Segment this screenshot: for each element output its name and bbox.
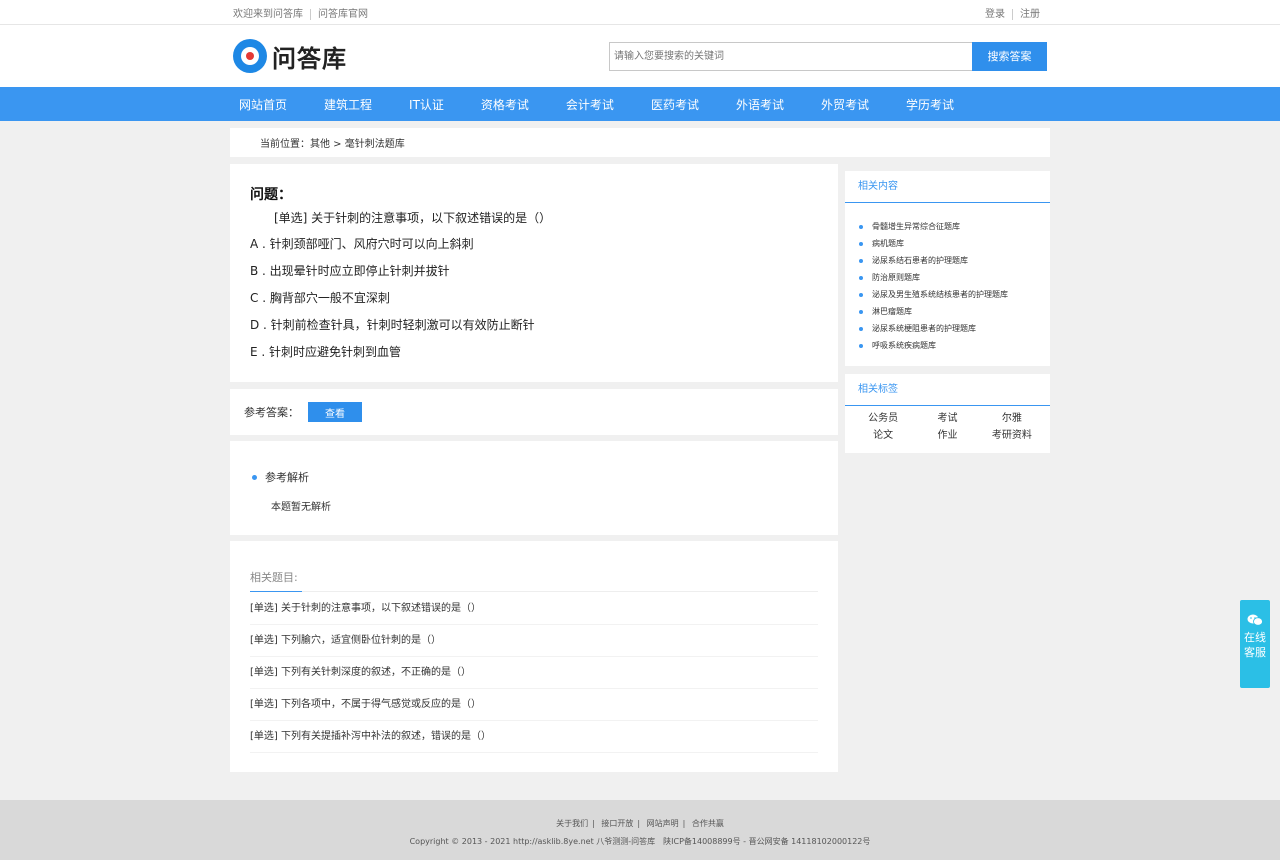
related-content-label: 病机题库 xyxy=(872,239,904,248)
tag-item[interactable]: 尔雅 xyxy=(980,410,1044,427)
search-input[interactable] xyxy=(609,41,972,71)
related-content-item[interactable]: 泌尿系结石患者的护理题库 xyxy=(859,252,1038,269)
official-link[interactable]: 问答库官网 xyxy=(311,9,375,20)
related-content-item[interactable]: 病机题库 xyxy=(859,235,1038,252)
nav-item-education[interactable]: 学历考试 xyxy=(900,96,954,113)
view-answer-button[interactable]: 查看 xyxy=(308,402,362,422)
nav-item-qualification[interactable]: 资格考试 xyxy=(475,96,529,113)
bullet-icon xyxy=(859,309,863,314)
related-question-item[interactable]: [单选] 关于针刺的注意事项，以下叙述错误的是（） xyxy=(250,593,818,625)
logo-text: 问答库 xyxy=(272,44,347,73)
bullet-icon xyxy=(859,292,863,297)
related-content-item[interactable]: 泌尿系统梗阻患者的护理题库 xyxy=(859,320,1038,337)
header: 问答库 搜索答案 xyxy=(0,25,1280,87)
related-content-label: 呼吸系统疾病题库 xyxy=(872,341,936,350)
tag-item[interactable]: 考试 xyxy=(915,410,979,427)
option-c: C . 胸背部穴一般不宜深刺 xyxy=(250,291,390,305)
related-question-item[interactable]: [单选] 下列腧穴，适宜侧卧位针刺的是（） xyxy=(250,625,818,657)
related-content-label: 骨髓增生异常综合征题库 xyxy=(872,222,960,231)
footer-link-api[interactable]: 接口开放 xyxy=(597,819,637,828)
related-content-item[interactable]: 泌尿及男生殖系统结核患者的护理题库 xyxy=(859,286,1038,303)
bullet-icon xyxy=(859,343,863,348)
footer-copyright: Copyright © 2013 - 2021 http://asklib.8y… xyxy=(409,837,871,846)
question-stem: [单选] 关于针刺的注意事项，以下叙述错误的是（） xyxy=(274,211,552,225)
option-b: B . 出现晕针时应立即停止针刺并拔针 xyxy=(250,264,450,278)
main-nav: 网站首页 建筑工程 IT认证 资格考试 会计考试 医药考试 外语考试 外贸考试 … xyxy=(0,87,1280,121)
nav-item-medicine[interactable]: 医药考试 xyxy=(645,96,699,113)
search-button[interactable]: 搜索答案 xyxy=(972,41,1047,71)
register-link[interactable]: 注册 xyxy=(1013,9,1047,20)
related-content-label: 泌尿及男生殖系统结核患者的护理题库 xyxy=(872,290,1008,299)
analysis-body: 本题暂无解析 xyxy=(271,502,331,513)
footer-link-about[interactable]: 关于我们 xyxy=(552,819,592,828)
tag-item[interactable]: 考研资料 xyxy=(980,427,1044,444)
nav-item-language[interactable]: 外语考试 xyxy=(730,96,784,113)
question-title: 问题： xyxy=(250,187,292,203)
search-bar: 搜索答案 xyxy=(609,41,1047,71)
bullet-icon xyxy=(859,224,863,229)
footer-link-statement[interactable]: 网站声明 xyxy=(643,819,683,828)
service-label-line2: 客服 xyxy=(1244,646,1266,659)
analysis-heading-text: 参考解析 xyxy=(265,471,309,484)
nav-item-accounting[interactable]: 会计考试 xyxy=(560,96,614,113)
service-label-line1: 在线 xyxy=(1244,631,1266,644)
answer-panel: 参考答案： 查看 xyxy=(230,389,838,435)
option-a: A . 针刺颈部哑门、风府穴时可以向上斜刺 xyxy=(250,237,474,251)
related-content-label: 泌尿系结石患者的护理题库 xyxy=(872,256,968,265)
answer-label: 参考答案： xyxy=(244,406,299,419)
login-link[interactable]: 登录 xyxy=(985,9,1012,20)
tag-item[interactable]: 论文 xyxy=(851,427,915,444)
nav-item-it-cert[interactable]: IT认证 xyxy=(403,96,444,113)
analysis-panel: 参考解析 本题暂无解析 xyxy=(230,441,838,535)
nav-item-trade[interactable]: 外贸考试 xyxy=(815,96,869,113)
top-links: 欢迎来到问答库 问答库官网 xyxy=(233,5,375,20)
related-content-panel: 相关内容 骨髓增生异常综合征题库 病机题库 泌尿系结石患者的护理题库 防治原则题… xyxy=(845,171,1050,366)
tag-list: 公务员 考试 尔雅 论文 作业 考研资料 xyxy=(845,406,1050,444)
footer-link-cooperation[interactable]: 合作共赢 xyxy=(688,819,728,828)
related-question-item[interactable]: [单选] 下列有关针刺深度的叙述，不正确的是（） xyxy=(250,657,818,689)
wechat-icon xyxy=(1247,614,1263,626)
nav-item-construction[interactable]: 建筑工程 xyxy=(318,96,372,113)
auth-links: 登录 注册 xyxy=(985,5,1047,20)
tag-item[interactable]: 作业 xyxy=(915,427,979,444)
analysis-heading: 参考解析 xyxy=(252,469,816,485)
related-content-item[interactable]: 淋巴瘤题库 xyxy=(859,303,1038,320)
nav-item-home[interactable]: 网站首页 xyxy=(233,96,287,113)
footer-links: 关于我们 | 接口开放 | 网站声明 | 合作共赢 xyxy=(0,818,1280,829)
option-e: E . 针刺时应避免针刺到血管 xyxy=(250,345,402,359)
related-questions-panel: 相关题目: [单选] 关于针刺的注意事项，以下叙述错误的是（） [单选] 下列腧… xyxy=(230,541,838,772)
bullet-icon xyxy=(859,241,863,246)
related-question-item[interactable]: [单选] 下列有关提插补泻中补法的叙述，错误的是（） xyxy=(250,721,818,753)
bullet-icon xyxy=(859,326,863,331)
related-content-item[interactable]: 防治原则题库 xyxy=(859,269,1038,286)
related-content-label: 泌尿系统梗阻患者的护理题库 xyxy=(872,324,976,333)
breadcrumb: 当前位置：其他 > 毫针刺法题库 xyxy=(230,128,1050,157)
bullet-icon xyxy=(859,258,863,263)
related-tags-panel: 相关标签 公务员 考试 尔雅 论文 作业 考研资料 xyxy=(845,374,1050,453)
related-content-heading: 相关内容 xyxy=(845,171,1050,203)
related-content-label: 防治原则题库 xyxy=(872,273,920,282)
online-service-button[interactable]: 在线 客服 xyxy=(1240,600,1270,688)
tag-item[interactable]: 公务员 xyxy=(851,410,915,427)
related-content-item[interactable]: 骨髓增生异常综合征题库 xyxy=(859,218,1038,235)
welcome-link[interactable]: 欢迎来到问答库 xyxy=(233,9,310,20)
bullet-icon xyxy=(859,275,863,280)
related-content-list: 骨髓增生异常综合征题库 病机题库 泌尿系结石患者的护理题库 防治原则题库 泌尿及… xyxy=(845,203,1050,354)
question-panel: 问题： [单选] 关于针刺的注意事项，以下叙述错误的是（） A . 针刺颈部哑门… xyxy=(230,164,838,382)
logo-icon xyxy=(233,39,267,73)
top-bar: 欢迎来到问答库 问答库官网 登录 注册 xyxy=(0,0,1280,25)
logo[interactable]: 问答库 xyxy=(233,39,347,74)
related-content-label: 淋巴瘤题库 xyxy=(872,307,912,316)
related-content-item[interactable]: 呼吸系统疾病题库 xyxy=(859,337,1038,354)
related-tags-heading: 相关标签 xyxy=(845,374,1050,406)
related-question-item[interactable]: [单选] 下列各项中，不属于得气感觉或反应的是（） xyxy=(250,689,818,721)
footer: 关于我们 | 接口开放 | 网站声明 | 合作共赢 Copyright © 2013 … xyxy=(0,800,1280,860)
option-d: D . 针刺前检查针具，针刺时轻刺激可以有效防止断针 xyxy=(250,318,535,332)
related-questions-heading: 相关题目: xyxy=(250,569,818,592)
bullet-icon xyxy=(252,474,257,480)
